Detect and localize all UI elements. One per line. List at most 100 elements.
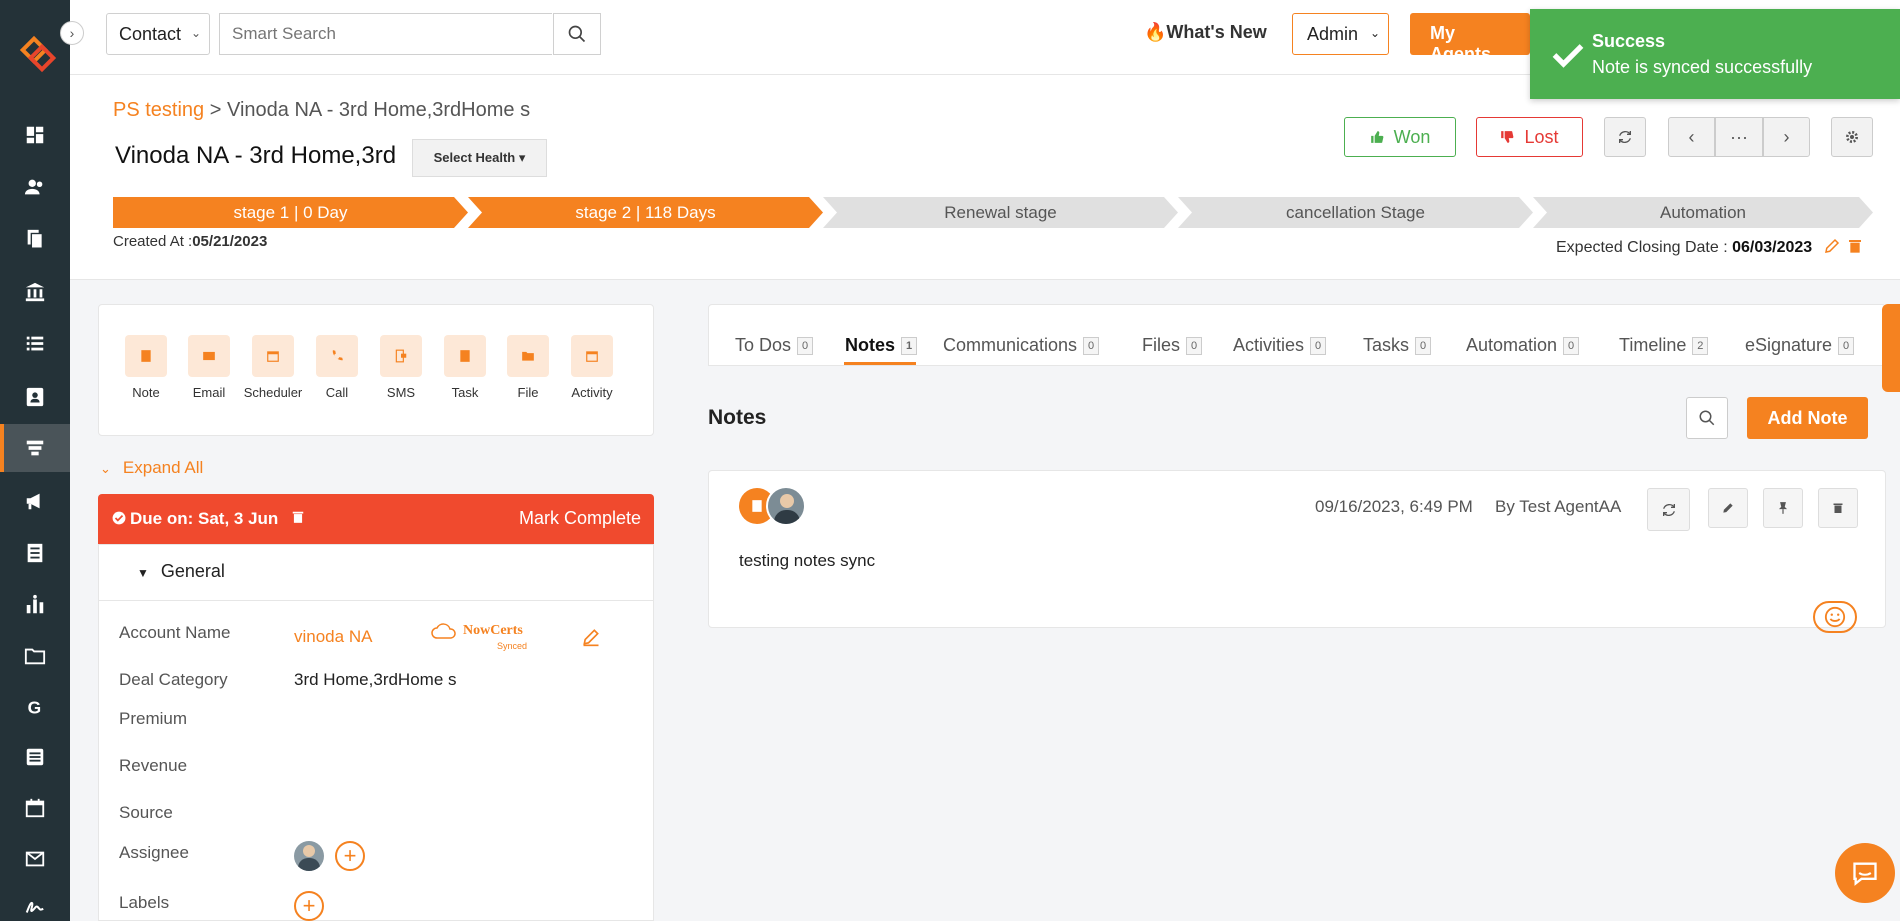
- delete-note-button[interactable]: [1818, 488, 1858, 528]
- breadcrumb-pipeline-link[interactable]: PS testing: [113, 99, 204, 121]
- chevron-right-icon: ›: [1783, 126, 1790, 147]
- created-at-value: 05/21/2023: [192, 233, 268, 250]
- refresh-button[interactable]: [1604, 117, 1646, 157]
- author-avatar[interactable]: [766, 486, 806, 526]
- tab-label: Activities: [1233, 335, 1305, 355]
- stage-item[interactable]: stage 2 | 118 Days: [468, 197, 823, 228]
- previous-deal-button[interactable]: ‹: [1668, 117, 1715, 157]
- stage-item[interactable]: cancellation Stage: [1178, 197, 1533, 228]
- next-deal-button[interactable]: ›: [1763, 117, 1810, 157]
- pipeline-icon[interactable]: [0, 424, 70, 472]
- more-options-button[interactable]: ···: [1715, 117, 1763, 157]
- stage-progress: stage 1 | 0 Day stage 2 | 118 Days Renew…: [113, 197, 1873, 228]
- nowcerts-status: Synced: [497, 641, 528, 651]
- lost-button[interactable]: Lost: [1476, 117, 1583, 157]
- sidebar-collapse-button[interactable]: ›: [60, 21, 84, 45]
- trash-icon[interactable]: [291, 509, 305, 525]
- dashboard-icon[interactable]: [0, 111, 70, 159]
- file-action[interactable]: File: [495, 335, 561, 400]
- action-label: Scheduler: [243, 385, 303, 400]
- note-action[interactable]: Note: [113, 335, 179, 400]
- search-icon: [1699, 410, 1715, 426]
- closing-date-label: Expected Closing Date :: [1556, 239, 1733, 256]
- email-action[interactable]: Email: [176, 335, 242, 400]
- pencil-icon[interactable]: [1823, 237, 1841, 255]
- tab-activities[interactable]: Activities 0: [1233, 335, 1327, 356]
- quick-actions-card: Note Email Scheduler Call SMS Task File …: [98, 304, 654, 436]
- stage-item[interactable]: Automation: [1533, 197, 1873, 228]
- scheduler-action[interactable]: Scheduler: [240, 335, 306, 400]
- add-note-button[interactable]: Add Note: [1747, 397, 1868, 439]
- analytics-icon[interactable]: [0, 581, 70, 629]
- whats-new-link[interactable]: 🔥What's New: [1144, 22, 1267, 43]
- won-label: Won: [1393, 126, 1431, 147]
- megaphone-icon[interactable]: [0, 477, 70, 525]
- activity-action[interactable]: Activity: [559, 335, 625, 400]
- tab-tasks[interactable]: Tasks 0: [1363, 335, 1432, 356]
- chat-launcher-button[interactable]: [1835, 843, 1895, 903]
- reports-icon[interactable]: [0, 529, 70, 577]
- task-action[interactable]: Task: [432, 335, 498, 400]
- tab-to-dos[interactable]: To Dos 0: [735, 335, 814, 356]
- tab-count-badge: 0: [1563, 337, 1580, 355]
- my-agents-button[interactable]: My Agents: [1410, 13, 1530, 64]
- success-toast[interactable]: Success Note is synced successfully: [1530, 9, 1900, 99]
- calendar-icon[interactable]: [0, 784, 70, 832]
- settings-button[interactable]: [1831, 117, 1873, 157]
- contact-type-select[interactable]: Contact ⌄: [106, 13, 210, 55]
- tab-timeline[interactable]: Timeline 2: [1619, 335, 1709, 356]
- help-side-tab[interactable]: [1882, 304, 1900, 392]
- sms-action[interactable]: SMS: [368, 335, 434, 400]
- details-card: ▼ General Account Name vinoda NA NowCerts…: [98, 544, 654, 921]
- call-action[interactable]: Call: [304, 335, 370, 400]
- tab-automation[interactable]: Automation 0: [1466, 335, 1580, 356]
- smart-search-input[interactable]: [219, 13, 552, 55]
- tab-count-badge: 0: [1186, 337, 1203, 355]
- trash-icon: [1833, 503, 1843, 513]
- general-section-toggle[interactable]: ▼ General: [137, 561, 225, 582]
- account-name-link[interactable]: vinoda NA: [294, 627, 372, 647]
- tab-communications[interactable]: Communications 0: [943, 335, 1100, 356]
- notes-search-button[interactable]: [1686, 397, 1728, 439]
- trash-icon[interactable]: [1847, 237, 1863, 255]
- google-icon[interactable]: G: [0, 683, 70, 731]
- select-health-button[interactable]: Select Health ▾: [412, 139, 547, 177]
- bank-icon[interactable]: [0, 268, 70, 316]
- due-date-label: Due on: Sat, 3 Jun: [130, 509, 279, 528]
- pencil-icon[interactable]: [581, 627, 601, 647]
- folder-icon[interactable]: [0, 632, 70, 680]
- list-icon[interactable]: [0, 320, 70, 368]
- admin-select[interactable]: Admin ⌄: [1292, 13, 1389, 55]
- note-icon: [125, 335, 167, 377]
- tab-notes[interactable]: Notes 1: [845, 335, 918, 356]
- expand-all-label: Expand All: [122, 458, 204, 477]
- created-at-label: Created At :: [113, 233, 193, 250]
- signature-icon[interactable]: [0, 883, 70, 921]
- pin-note-button[interactable]: [1763, 488, 1803, 528]
- logo-icon[interactable]: [18, 34, 58, 74]
- tab-esignature[interactable]: eSignature 0: [1745, 335, 1855, 356]
- folder-icon: [507, 335, 549, 377]
- documents-icon[interactable]: [0, 215, 70, 263]
- search-button[interactable]: [553, 13, 601, 55]
- deal-title[interactable]: Vinoda NA - 3rd Home,3rdHome s: [115, 142, 395, 170]
- contacts-icon[interactable]: [0, 163, 70, 211]
- contact-card-icon[interactable]: [0, 373, 70, 421]
- mark-complete-button[interactable]: Mark Complete: [519, 508, 641, 529]
- stage-item[interactable]: stage 1 | 0 Day: [113, 197, 468, 228]
- deal-header: PS testing > Vinoda NA - 3rd Home,3rdHom…: [70, 75, 1900, 280]
- won-button[interactable]: Won: [1344, 117, 1456, 157]
- emoji-reaction-button[interactable]: [1813, 601, 1857, 633]
- refresh-icon: [1662, 503, 1675, 516]
- add-assignee-button[interactable]: +: [335, 841, 365, 871]
- tab-files[interactable]: Files 0: [1142, 335, 1203, 356]
- tab-count-badge: 2: [1692, 337, 1709, 355]
- assignee-avatar[interactable]: [294, 841, 324, 871]
- mail-icon[interactable]: [0, 835, 70, 883]
- stage-item[interactable]: Renewal stage: [823, 197, 1178, 228]
- expand-all-toggle[interactable]: ⌄ Expand All: [100, 458, 203, 478]
- table-icon[interactable]: [0, 733, 70, 781]
- add-label-button[interactable]: +: [294, 891, 324, 921]
- sync-note-button[interactable]: [1647, 488, 1690, 531]
- edit-note-button[interactable]: [1708, 488, 1748, 528]
